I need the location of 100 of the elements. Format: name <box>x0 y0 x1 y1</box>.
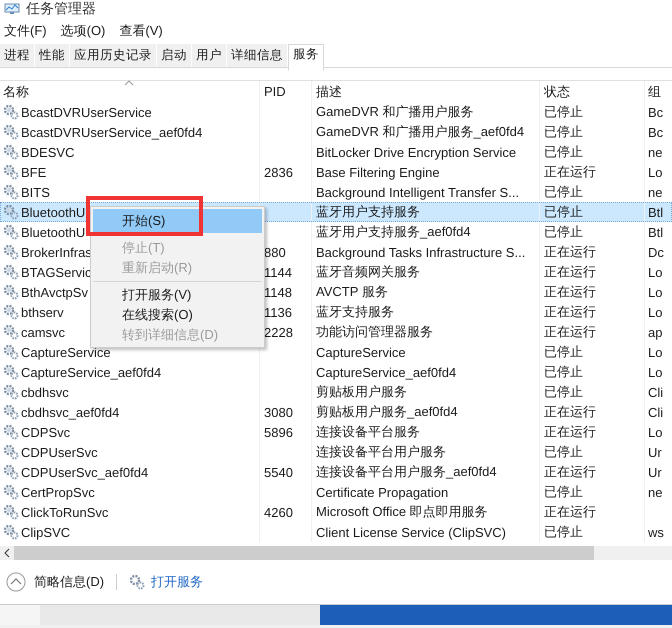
table-cell: BFE <box>21 164 46 180</box>
table-cell: 已停止 <box>544 223 583 241</box>
table-cell: 2836 <box>264 164 293 180</box>
table-cell: 3080 <box>264 404 293 420</box>
gears-icon <box>3 524 19 540</box>
table-cell: 正在运行 <box>544 163 596 181</box>
summary-button[interactable]: 简略信息(D) <box>6 572 104 592</box>
sort-caret-icon <box>124 80 134 86</box>
table-row[interactable]: CDPUserSvc 连接设备平台用户服务 已停止 Ur <box>0 442 672 462</box>
table-cell: Client License Service (ClipSVC) <box>316 524 506 540</box>
table-cell: 蓝牙用户支持服务_aef0fd4 <box>316 223 471 241</box>
table-cell: BthAvctpSv <box>21 284 88 300</box>
gears-icon <box>3 344 19 360</box>
tab[interactable]: 应用历史记录 <box>70 44 157 67</box>
table-cell: Certificate Propagation <box>316 484 448 500</box>
table-cell: BITS <box>21 184 50 200</box>
table-cell: 5896 <box>264 424 293 440</box>
table-cell: 已停止 <box>544 443 583 461</box>
table-cell: CaptureService <box>21 344 111 360</box>
table-cell: CaptureService_aef0fd4 <box>316 364 456 380</box>
table-cell: 蓝牙支持服务 <box>316 303 394 321</box>
column-header[interactable]: 描述 <box>316 82 342 100</box>
table-row[interactable]: ClickToRunSvc 4260 Microsoft Office 即点即用服务 正在运行 <box>0 502 672 522</box>
table-row[interactable]: CertPropSvc Certificate Propagation 已停止 ne <box>0 482 672 502</box>
table-cell: Lo <box>648 424 662 440</box>
table-cell: 正在运行 <box>544 283 596 301</box>
table-cell: 正在运行 <box>544 423 596 441</box>
column-header[interactable]: PID <box>264 84 286 99</box>
table-row[interactable]: BcastDVRUserService_aef0fd4 GameDVR 和广播用户服务_aef0fd4 已停止 Bc <box>0 122 672 142</box>
table-row[interactable]: ClipSVC Client License Service (ClipSVC) 已停止 ws <box>0 522 672 542</box>
table-cell: 剪贴板用户服务 <box>316 383 407 401</box>
gears-icon <box>3 404 19 420</box>
table-cell: BitLocker Drive Encryption Service <box>316 144 516 160</box>
table-cell: 已停止 <box>544 363 583 381</box>
menu-item[interactable]: 打开服务(V) <box>93 285 262 305</box>
table-cell: Lo <box>648 284 662 300</box>
open-services-link[interactable]: 打开服务 <box>129 573 204 591</box>
menu-item[interactable]: 选项(O) <box>60 22 106 40</box>
gears-icon <box>3 424 19 440</box>
tab[interactable]: 详细信息 <box>227 44 288 67</box>
table-cell: 已停止 <box>544 483 583 501</box>
table-cell: AVCTP 服务 <box>316 283 388 301</box>
gears-icon <box>3 184 19 200</box>
menu-item[interactable]: 查看(V) <box>119 22 163 40</box>
table-cell: 正在运行 <box>544 503 596 521</box>
table-cell: Bc <box>648 104 664 120</box>
window-title: 任务管理器 <box>26 0 96 18</box>
gears-icon <box>3 504 19 520</box>
tab[interactable]: 服务 <box>288 44 324 71</box>
tab[interactable]: 性能 <box>35 44 70 67</box>
menu-item[interactable]: 开始(S) <box>93 209 262 233</box>
column-header[interactable]: 状态 <box>544 82 570 100</box>
table-cell: CertPropSvc <box>21 484 95 500</box>
table-row[interactable]: cbdhsvc_aef0fd4 3080 剪贴板用户服务_aef0fd4 正在运行 Cli <box>0 402 672 422</box>
tab[interactable]: 进程 <box>0 44 35 67</box>
table-cell: Dc <box>648 244 664 260</box>
gears-icon <box>3 484 19 500</box>
tab[interactable]: 启动 <box>157 44 192 67</box>
scrollbar-thumb[interactable] <box>14 546 594 560</box>
table-cell: 1144 <box>264 264 292 280</box>
table-cell: Lo <box>648 264 662 280</box>
table-cell: 正在运行 <box>544 403 596 421</box>
table-cell: Background Tasks Infrastructure S... <box>316 244 526 260</box>
gears-icon <box>3 144 19 160</box>
table-row[interactable]: BFE 2836 Base Filtering Engine 正在运行 Lo <box>0 162 672 182</box>
table-cell: Base Filtering Engine <box>316 164 440 180</box>
table-cell: Ur <box>648 444 662 460</box>
gears-icon <box>3 244 19 260</box>
table-row[interactable]: CaptureService_aef0fd4 CaptureService_aef0fd4 已停止 Lo <box>0 362 672 382</box>
gears-icon <box>3 164 19 180</box>
table-cell: ClickToRunSvc <box>21 504 108 520</box>
table-row[interactable]: CDPUserSvc_aef0fd4 5540 连接设备平台用户服务_aef0fd4 正在运行 Ur <box>0 462 672 482</box>
table-cell: BcastDVRUserService <box>21 104 152 120</box>
table-cell: 正在运行 <box>544 323 596 341</box>
menu-item[interactable]: 文件(F) <box>4 22 47 40</box>
table-row[interactable]: BcastDVRUserService GameDVR 和广播用户服务 已停止 Bc <box>0 102 672 122</box>
column-header[interactable]: 组 <box>648 82 661 100</box>
table-cell: 1148 <box>264 284 292 300</box>
table-row[interactable]: BDESVC BitLocker Drive Encryption Service 已停止 ne <box>0 142 672 162</box>
gears-icon <box>3 124 19 140</box>
table-cell: 已停止 <box>544 123 583 141</box>
table-cell: camsvc <box>21 324 66 340</box>
table-cell: 已停止 <box>544 383 583 401</box>
table-cell: 正在运行 <box>544 303 596 321</box>
monitor-icon <box>4 3 20 15</box>
table-cell: ws <box>648 524 664 540</box>
column-header[interactable]: 名称 <box>3 82 29 100</box>
table-cell: CDPUserSvc <box>21 444 98 460</box>
table-row[interactable]: CDPSvc 5896 连接设备平台服务 正在运行 Lo <box>0 422 672 442</box>
table-cell: 正在运行 <box>544 463 596 481</box>
table-cell: ClipSVC <box>21 524 70 540</box>
table-cell: CaptureService <box>316 344 406 360</box>
table-cell: 1136 <box>264 304 292 320</box>
table-cell: ne <box>648 184 662 200</box>
table-row[interactable]: cbdhsvc 剪贴板用户服务 已停止 Cli <box>0 382 672 402</box>
table-cell: Background Intelligent Transfer S... <box>316 184 520 200</box>
menu-item[interactable]: 在线搜索(O) <box>93 305 262 325</box>
tab[interactable]: 用户 <box>192 44 227 67</box>
table-cell: GameDVR 和广播用户服务_aef0fd4 <box>316 123 524 141</box>
table-cell: Bc <box>648 124 664 140</box>
